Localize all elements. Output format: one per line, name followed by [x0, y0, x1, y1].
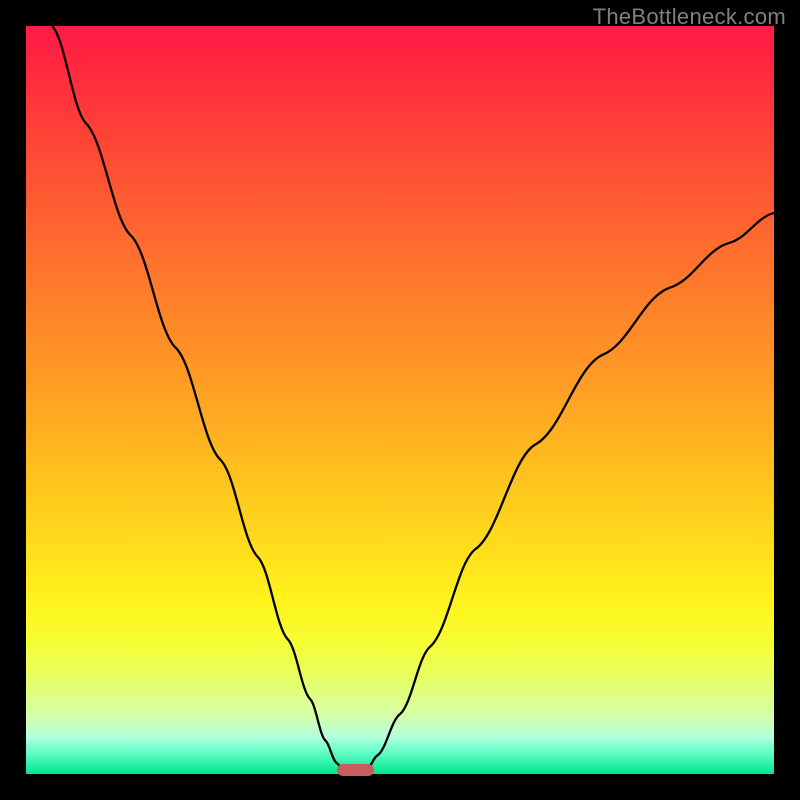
optimal-marker — [337, 764, 374, 776]
bottleneck-curve — [26, 26, 774, 774]
watermark-text: TheBottleneck.com — [593, 4, 786, 30]
curve-left-branch — [52, 26, 343, 770]
curve-right-branch — [366, 213, 774, 770]
